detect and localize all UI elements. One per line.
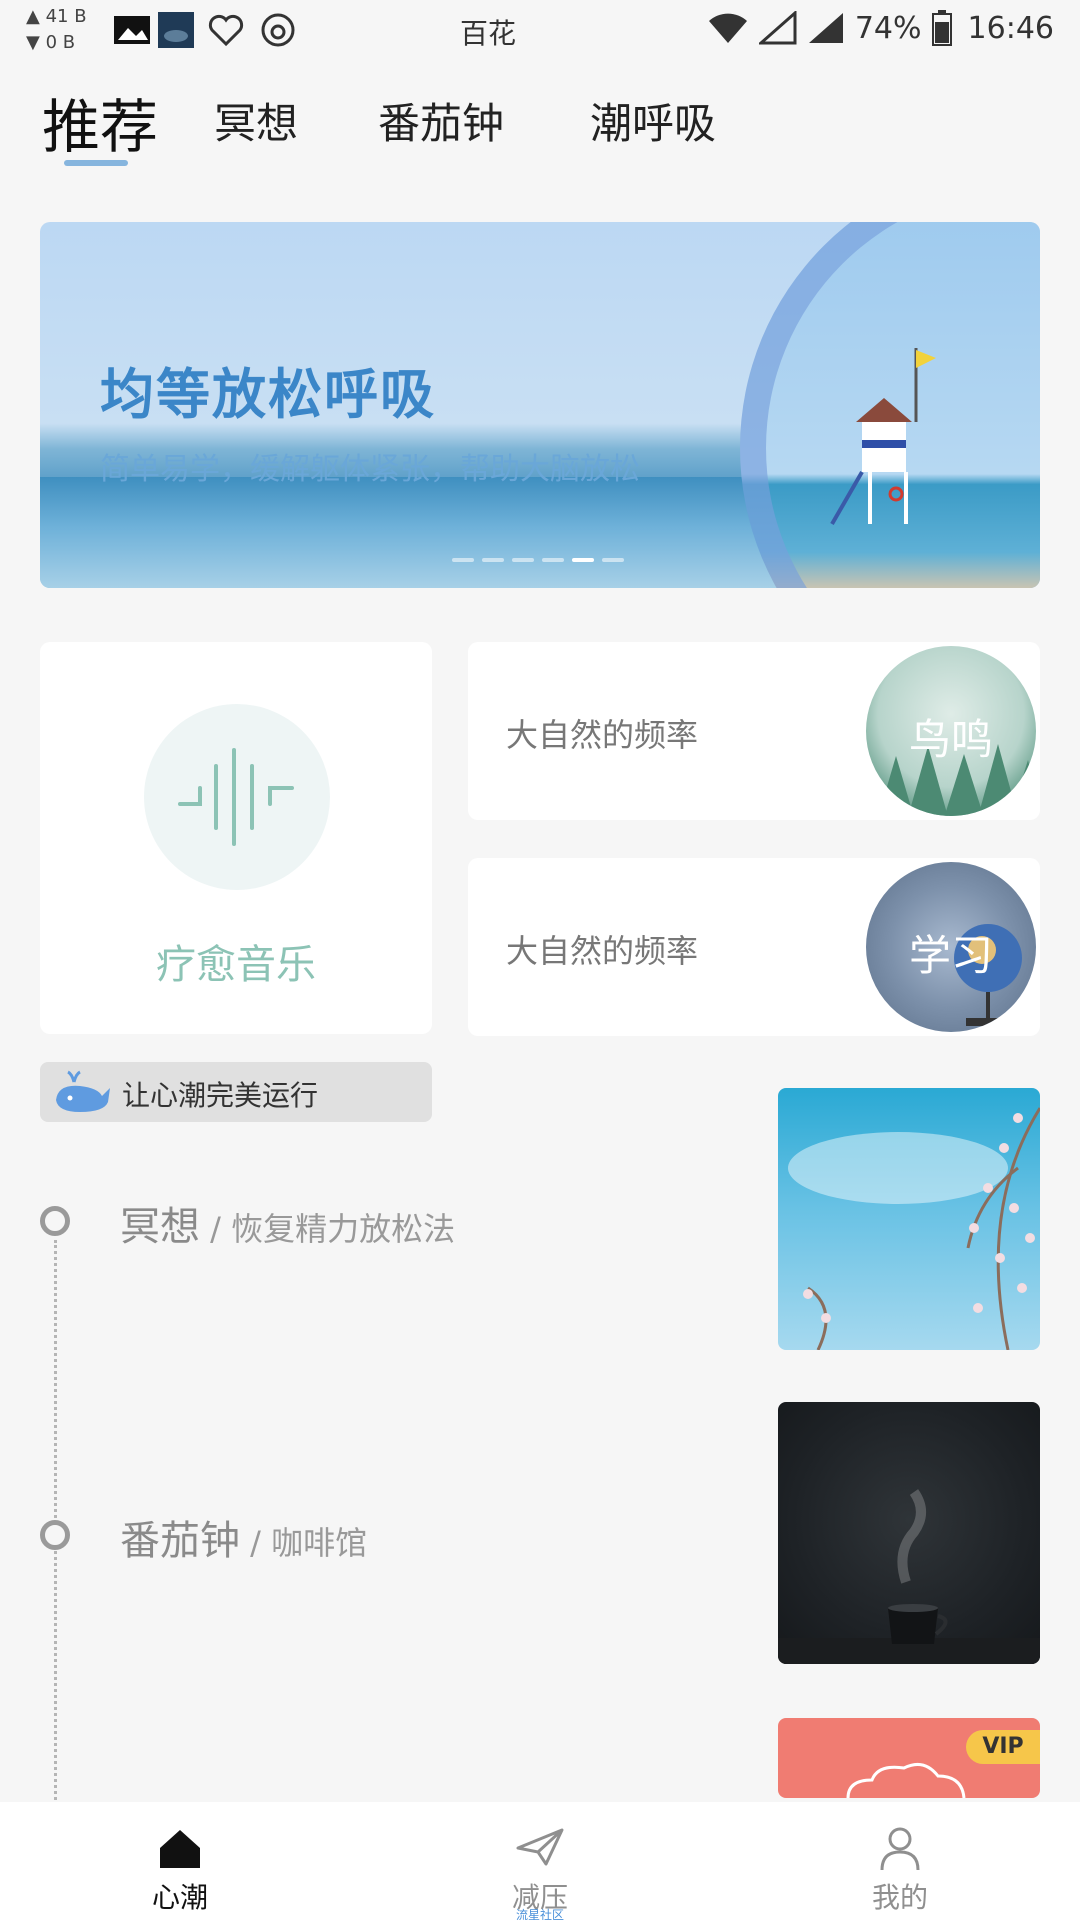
cloud-icon [846, 1762, 966, 1798]
bottom-navigation: 心潮 减压 流星社区 我的 [0, 1802, 1080, 1920]
timeline-title: 番茄钟 [120, 1518, 240, 1564]
banner-subtitle: 简单易学，缓解躯体紧张，帮助大脑放松 [100, 452, 640, 487]
lifeguard-tower-image [830, 348, 936, 525]
whale-icon [56, 1070, 110, 1112]
soundwave-icon [178, 748, 294, 846]
nature-card-study[interactable]: 大自然的频率 学习 [468, 858, 1040, 1036]
study-thumbnail: 学习 [862, 858, 1040, 1036]
active-tab-indicator [64, 160, 128, 166]
tab-meditation[interactable]: 冥想 [214, 90, 298, 151]
blossom-image [788, 1107, 1040, 1350]
timeline-separator: / [240, 1524, 272, 1562]
vip-card[interactable]: VIP [778, 1718, 1040, 1798]
coffee-card[interactable] [778, 1402, 1040, 1664]
nav-relax-sublabel: 流星社区 [515, 1908, 564, 1920]
nav-relax[interactable]: 减压 流星社区 [440, 1802, 640, 1920]
nav-profile[interactable]: 我的 [800, 1802, 1000, 1920]
nature-card-birds[interactable]: 大自然的频率 鸟鸣 [468, 642, 1040, 820]
timeline-separator: / [200, 1210, 232, 1248]
network-speed: ▲ 41 B ▼ 0 B [26, 4, 106, 60]
signal-icon-1 [758, 11, 797, 45]
app-screen: ▲ 41 B ▼ 0 B 百花 74% 16:46 推荐 冥想 番茄钟 潮呼吸 … [0, 0, 1080, 1920]
heart-icon [208, 14, 244, 47]
status-right: 74% 16:46 [707, 10, 1054, 46]
nature-card-title: 大自然的频率 [506, 932, 699, 970]
home-icon [160, 1830, 200, 1868]
run-tip-banner[interactable]: 让心潮完美运行 [40, 1062, 432, 1122]
banner-photo-circle [740, 222, 1040, 588]
carousel-dot[interactable] [542, 558, 564, 562]
clock: 16:46 [967, 10, 1054, 46]
run-tip-text: 让心潮完美运行 [122, 1079, 319, 1112]
tab-breathing[interactable]: 潮呼吸 [590, 90, 716, 151]
battery-icon [931, 10, 952, 46]
sky-blossom-card[interactable] [778, 1088, 1040, 1350]
upload-speed: ▲ 41 B [26, 6, 87, 27]
carousel-dot[interactable] [602, 558, 624, 562]
timeline-title: 冥想 [120, 1204, 200, 1250]
wifi-icon [708, 13, 747, 43]
status-bar: ▲ 41 B ▼ 0 B 百花 74% 16:46 [0, 0, 1080, 64]
tab-pomodoro[interactable]: 番茄钟 [378, 90, 504, 151]
music-icon-circle [144, 704, 330, 890]
timeline-item-meditation[interactable]: 冥想 / 恢复精力放松法 [120, 1194, 455, 1252]
battery-percent: 74% [854, 10, 922, 46]
carousel-dot[interactable] [482, 558, 504, 562]
person-icon [880, 1827, 920, 1871]
download-speed: ▼ 0 B [26, 32, 76, 53]
birds-thumbnail: 鸟鸣 [862, 642, 1040, 820]
top-tabs: 推荐 冥想 番茄钟 潮呼吸 [40, 80, 1040, 170]
paper-plane-icon [516, 1828, 564, 1866]
nav-home-label: 心潮 [151, 1881, 208, 1914]
netease-music-icon [261, 13, 295, 47]
whale-app-icon [158, 12, 194, 48]
banner-title: 均等放松呼吸 [100, 363, 436, 426]
timeline-node [40, 1520, 70, 1550]
birds-thumb-text: 鸟鸣 [908, 715, 993, 764]
nav-profile-label: 我的 [871, 1881, 928, 1914]
gallery-icon [114, 16, 150, 44]
timeline-item-pomodoro[interactable]: 番茄钟 / 咖啡馆 [120, 1508, 367, 1566]
study-thumb-text: 学习 [908, 931, 993, 980]
timeline-subtitle: 恢复精力放松法 [231, 1210, 456, 1248]
timeline-node [40, 1206, 70, 1236]
timeline-subtitle: 咖啡馆 [271, 1524, 368, 1562]
coffee-cup-image [778, 1489, 1040, 1664]
signal-icon-2 [808, 13, 843, 43]
nature-card-title: 大自然的频率 [506, 716, 699, 754]
carousel-dot-active[interactable] [572, 558, 594, 562]
tab-recommend[interactable]: 推荐 [42, 80, 158, 164]
carousel-dot[interactable] [512, 558, 534, 562]
nav-home[interactable]: 心潮 [80, 1802, 280, 1920]
banner-carousel[interactable]: 均等放松呼吸 简单易学，缓解躯体紧张，帮助大脑放松 [40, 222, 1040, 588]
status-center-label: 百花 [460, 17, 517, 50]
carousel-dot[interactable] [452, 558, 474, 562]
healing-music-card[interactable]: 疗愈音乐 [40, 642, 432, 1034]
healing-music-label: 疗愈音乐 [156, 942, 316, 988]
carousel-indicator [452, 558, 624, 562]
